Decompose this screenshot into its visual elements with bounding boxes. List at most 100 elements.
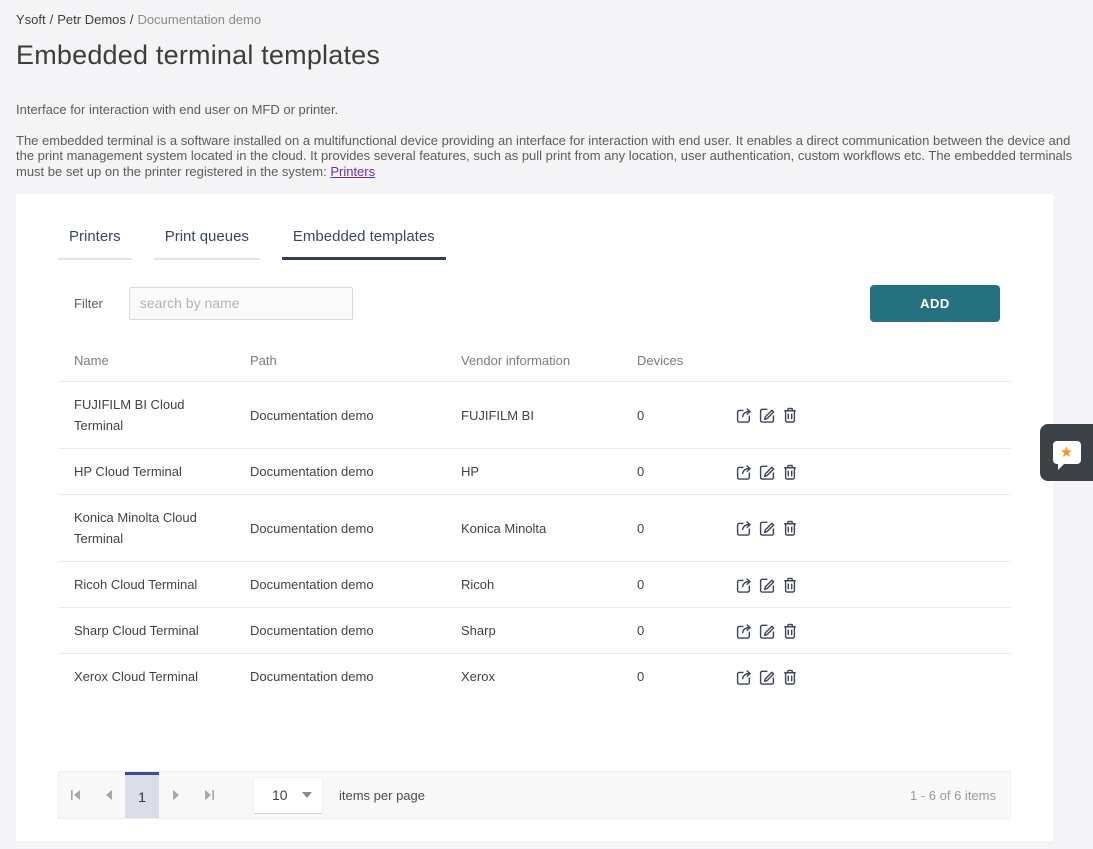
export-icon bbox=[734, 621, 754, 641]
items-per-page-label: items per page bbox=[339, 788, 425, 803]
content-panel: Printers Print queues Embedded templates… bbox=[16, 194, 1053, 841]
cell-path: Documentation demo bbox=[234, 654, 445, 699]
cell-name: Konica Minolta Cloud Terminal bbox=[58, 495, 234, 561]
cell-devices: 0 bbox=[621, 654, 733, 699]
export-button[interactable] bbox=[733, 567, 756, 603]
cell-devices: 0 bbox=[621, 393, 733, 438]
edit-icon bbox=[757, 405, 777, 425]
table-row: Konica Minolta Cloud Terminal Documentat… bbox=[58, 494, 1011, 561]
page-size-select[interactable]: 10 bbox=[253, 777, 323, 814]
breadcrumb-item-root[interactable]: Ysoft bbox=[16, 12, 46, 27]
tab-printers[interactable]: Printers bbox=[58, 222, 132, 260]
cell-devices: 0 bbox=[621, 449, 733, 494]
delete-button[interactable] bbox=[778, 659, 801, 695]
edit-icon bbox=[757, 621, 777, 641]
tab-print-queues[interactable]: Print queues bbox=[154, 222, 260, 260]
table-row: HP Cloud Terminal Documentation demo HP … bbox=[58, 448, 1011, 494]
edit-button[interactable] bbox=[756, 567, 779, 603]
export-button[interactable] bbox=[733, 454, 756, 490]
delete-button[interactable] bbox=[778, 613, 801, 649]
trash-icon bbox=[780, 575, 800, 595]
export-button[interactable] bbox=[733, 613, 756, 649]
feedback-bubble-icon: ★ bbox=[1053, 441, 1081, 464]
pager-range-info: 1 - 6 of 6 items bbox=[910, 788, 996, 803]
tab-strip: Printers Print queues Embedded templates bbox=[58, 222, 1011, 260]
next-page-button[interactable] bbox=[159, 772, 192, 818]
breadcrumb-separator: / bbox=[130, 12, 134, 27]
export-button[interactable] bbox=[733, 397, 756, 433]
printers-link[interactable]: Printers bbox=[330, 164, 375, 179]
cell-devices: 0 bbox=[621, 506, 733, 551]
trash-icon bbox=[780, 621, 800, 641]
cell-path: Documentation demo bbox=[234, 393, 445, 438]
next-page-icon bbox=[170, 789, 182, 801]
trash-icon bbox=[780, 462, 800, 482]
edit-button[interactable] bbox=[756, 397, 779, 433]
previous-page-button[interactable] bbox=[92, 772, 125, 818]
cell-devices: 0 bbox=[621, 608, 733, 653]
table-row: Ricoh Cloud Terminal Documentation demo … bbox=[58, 561, 1011, 607]
star-icon: ★ bbox=[1060, 445, 1073, 460]
delete-button[interactable] bbox=[778, 567, 801, 603]
breadcrumb: Ysoft/Petr Demos/Documentation demo bbox=[16, 12, 1077, 27]
table-row: Xerox Cloud Terminal Documentation demo … bbox=[58, 653, 1011, 699]
tab-embedded-templates[interactable]: Embedded templates bbox=[282, 222, 446, 260]
cell-name: HP Cloud Terminal bbox=[58, 449, 234, 494]
cell-path: Documentation demo bbox=[234, 608, 445, 653]
cell-vendor: Xerox bbox=[445, 654, 621, 699]
export-icon bbox=[734, 575, 754, 595]
export-icon bbox=[734, 667, 754, 687]
breadcrumb-item-tenant[interactable]: Petr Demos bbox=[57, 12, 126, 27]
page-number-button[interactable]: 1 bbox=[125, 772, 159, 818]
feedback-widget-button[interactable]: ★ bbox=[1040, 424, 1093, 481]
cell-path: Documentation demo bbox=[234, 506, 445, 551]
edit-icon bbox=[757, 667, 777, 687]
description-text: The embedded terminal is a software inst… bbox=[16, 133, 1072, 179]
breadcrumb-separator: / bbox=[50, 12, 54, 27]
last-page-icon bbox=[203, 789, 215, 801]
column-header-path: Path bbox=[234, 340, 445, 381]
cell-vendor: Konica Minolta bbox=[445, 506, 621, 551]
delete-button[interactable] bbox=[778, 397, 801, 433]
delete-button[interactable] bbox=[778, 454, 801, 490]
first-page-button[interactable] bbox=[59, 772, 92, 818]
edit-icon bbox=[757, 462, 777, 482]
table-header-row: Name Path Vendor information Devices bbox=[58, 340, 1011, 381]
edit-icon bbox=[757, 518, 777, 538]
table-row: Sharp Cloud Terminal Documentation demo … bbox=[58, 607, 1011, 653]
delete-button[interactable] bbox=[778, 510, 801, 546]
last-page-button[interactable] bbox=[192, 772, 225, 818]
column-header-name: Name bbox=[58, 340, 234, 381]
column-header-devices: Devices bbox=[621, 340, 733, 381]
add-button[interactable]: ADD bbox=[870, 285, 1000, 322]
cell-vendor: HP bbox=[445, 449, 621, 494]
cell-vendor: Sharp bbox=[445, 608, 621, 653]
export-button[interactable] bbox=[733, 510, 756, 546]
filter-toolbar: Filter ADD bbox=[58, 284, 1011, 322]
edit-button[interactable] bbox=[756, 659, 779, 695]
edit-button[interactable] bbox=[756, 510, 779, 546]
trash-icon bbox=[780, 518, 800, 538]
export-icon bbox=[734, 462, 754, 482]
edit-button[interactable] bbox=[756, 454, 779, 490]
search-input[interactable] bbox=[129, 287, 353, 320]
export-button[interactable] bbox=[733, 659, 756, 695]
cell-path: Documentation demo bbox=[234, 449, 445, 494]
cell-name: Xerox Cloud Terminal bbox=[58, 654, 234, 699]
first-page-icon bbox=[70, 789, 82, 801]
cell-vendor: Ricoh bbox=[445, 562, 621, 607]
page-description: The embedded terminal is a software inst… bbox=[16, 133, 1077, 180]
edit-icon bbox=[757, 575, 777, 595]
cell-name: Sharp Cloud Terminal bbox=[58, 608, 234, 653]
chevron-down-icon bbox=[302, 792, 312, 798]
table-row: FUJIFILM BI Cloud Terminal Documentation… bbox=[58, 381, 1011, 448]
export-icon bbox=[734, 518, 754, 538]
breadcrumb-item-current: Documentation demo bbox=[138, 12, 262, 27]
page-intro: Interface for interaction with end user … bbox=[16, 102, 1077, 118]
edit-button[interactable] bbox=[756, 613, 779, 649]
cell-vendor: FUJIFILM BI bbox=[445, 393, 621, 438]
page-header: Ysoft/Petr Demos/Documentation demo Embe… bbox=[0, 0, 1093, 179]
cell-name: FUJIFILM BI Cloud Terminal bbox=[58, 382, 234, 448]
column-header-vendor: Vendor information bbox=[445, 340, 621, 381]
previous-page-icon bbox=[103, 789, 115, 801]
